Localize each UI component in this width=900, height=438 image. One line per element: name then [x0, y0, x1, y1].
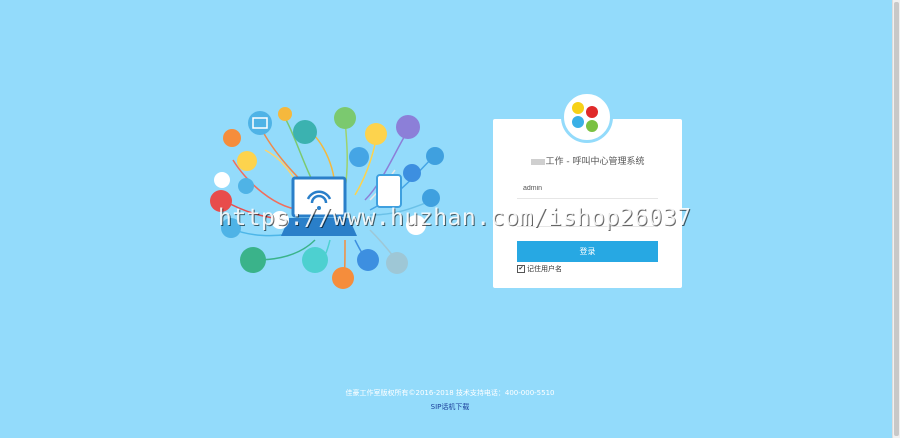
page-footer: 佳豪工作室版权所有©2016-2018 技术支持电话：400-000-5510 … — [0, 388, 900, 412]
app-logo — [561, 91, 613, 143]
sip-download-link[interactable]: SIP话机下载 — [0, 402, 900, 412]
system-title: 工作 - 呼叫中心管理系统 — [493, 154, 682, 167]
network-illustration — [205, 100, 460, 295]
remember-label: 记住用户名 — [527, 265, 562, 273]
redacted-name — [530, 158, 545, 165]
watermark-text: https://www.huzhan.com/ishop26037 — [218, 205, 692, 231]
network-illustration-svg — [210, 107, 444, 289]
remember-username[interactable]: ✔ 记住用户名 — [517, 264, 562, 274]
logo-dot-green — [586, 120, 598, 132]
username-input[interactable] — [517, 179, 658, 199]
remember-checkbox[interactable]: ✔ — [517, 265, 525, 273]
scrollbar-thumb[interactable] — [894, 2, 899, 436]
copyright-text: 佳豪工作室版权所有©2016-2018 技术支持电话：400-000-5510 — [345, 389, 555, 397]
system-title-text: 工作 - 呼叫中心管理系统 — [545, 157, 645, 167]
logo-dot-red — [586, 106, 598, 118]
login-button[interactable]: 登录 — [517, 241, 658, 262]
vertical-scrollbar[interactable] — [892, 0, 900, 438]
logo-dot-blue — [572, 116, 584, 128]
logo-dot-yellow — [572, 102, 584, 114]
login-card: 工作 - 呼叫中心管理系统 登录 ✔ 记住用户名 — [493, 91, 682, 288]
